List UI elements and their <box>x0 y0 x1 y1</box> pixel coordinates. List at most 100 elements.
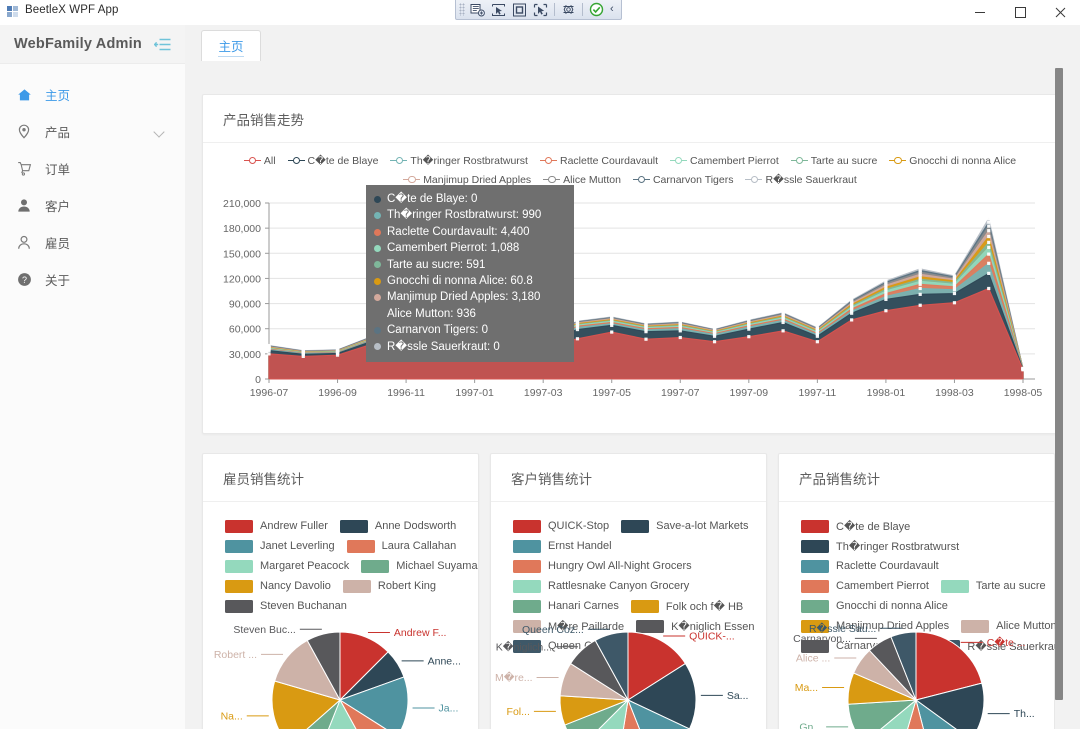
sidebar-item-home[interactable]: 主页 <box>0 76 185 113</box>
customer-legend-item[interactable]: QUICK-Stop <box>513 519 609 533</box>
product-legend-item[interactable]: Raclette Courdavault <box>801 559 939 573</box>
xaml-debug-toolbar[interactable]: ‹ <box>455 0 622 20</box>
product-legend-item[interactable]: Tarte au sucre <box>940 579 1046 593</box>
trend-plot[interactable]: 0 30,000 60,000 90,000 120,000 150,000 180,000… <box>203 189 1058 432</box>
employee-legend-item[interactable]: Laura Callahan <box>346 539 456 553</box>
trend-legend-item[interactable]: Camembert Pierrot <box>670 155 779 167</box>
display-layout-adorners-icon[interactable] <box>509 1 530 18</box>
customer-legend-label: Rattlesnake Canyon Grocery <box>548 580 690 592</box>
employee-legend-label: Steven Buchanan <box>260 600 347 612</box>
product-card-header: 产品销售统计 <box>779 454 1054 502</box>
product-legend-item[interactable]: Gnocchi di nonna Alice <box>801 599 948 613</box>
pie-slice-label: Th... <box>1014 708 1035 720</box>
employee-legend-item[interactable]: Robert King <box>342 579 437 593</box>
trend-legend-item[interactable]: Th�ringer Rostbratwurst <box>390 155 528 167</box>
customer-legend-item[interactable]: Folk och f� HB <box>630 599 743 613</box>
tooltip-series-dot-icon <box>374 277 381 285</box>
legend-color-swatch-icon <box>225 599 253 613</box>
employee-pie-legend[interactable]: Andrew Fuller Anne Dodsworth Janet Leverli… <box>203 502 478 616</box>
enabled-check-icon[interactable] <box>586 1 607 18</box>
trend-legend-item[interactable]: C�te de Blaye <box>287 155 378 167</box>
tooltip-series-dot-icon <box>374 195 381 203</box>
tooltip-row-label: Manjimup Dried Apples: 3,180 <box>387 291 541 304</box>
employee-legend-item[interactable]: Michael Suyama <box>361 559 478 573</box>
product-pie-chart[interactable]: C�te ...Th...Tarte...Gn...Ma...Alice ...… <box>779 612 1054 729</box>
product-legend-line: Camembert Pierrot Tarte au sucre <box>801 576 1054 596</box>
customer-legend-label: Hungry Owl All-Night Grocers <box>548 560 692 572</box>
minimize-button[interactable] <box>960 0 1000 25</box>
sidebar-item-label-home: 主页 <box>45 89 71 103</box>
trend-legend-label: Camembert Pierrot <box>690 154 779 167</box>
chevron-down-icon[interactable] <box>153 126 165 138</box>
trend-legend-item[interactable]: Manjimup Dried Apples <box>403 174 531 186</box>
product-legend-item[interactable]: Camembert Pierrot <box>801 579 929 593</box>
pie-slice-label: Fol... <box>507 706 530 718</box>
tooltip-row-label: Gnocchi di nonna Alice: 60.8 <box>387 275 533 288</box>
trend-chart-body[interactable]: All C�te de Blaye Th�ringer Rostbratwurst R… <box>203 143 1058 432</box>
toolbar-drag-grip[interactable] <box>459 3 465 16</box>
customer-legend-item[interactable]: Hanari Carnes <box>513 599 619 613</box>
sidebar-item-customers[interactable]: 客户 <box>0 187 185 224</box>
collapse-toolbar-button[interactable]: ‹ <box>607 3 618 17</box>
tooltip-row: Gnocchi di nonna Alice: 60.8 <box>374 273 564 289</box>
maximize-button[interactable] <box>1000 0 1040 25</box>
tooltip-row-label: C�te de Blaye: 0 <box>387 193 478 205</box>
customer-pie-chart[interactable]: QUICK-...Sa...Rat...H...Fol...M�re...K�n… <box>491 612 766 729</box>
toolbar-separator-2 <box>582 3 583 16</box>
employee-legend-label: Robert King <box>377 580 437 592</box>
pie-slice-label: Sa... <box>727 690 749 702</box>
title-bar: BeetleX WPF App ‹ <box>0 0 1080 26</box>
customer-sales-card: 客户销售统计 QUICK-Stop Save-a-lot Markets Ernst… <box>490 453 767 729</box>
pie-slice-label: QUICK-... <box>689 631 735 643</box>
legend-color-swatch-icon <box>225 519 253 533</box>
tooltip-row-label: Carnarvon Tigers: 0 <box>387 324 488 337</box>
customer-legend-label: Save-a-lot Markets <box>656 520 749 532</box>
employee-legend-item[interactable]: Margaret Peacock <box>225 559 349 573</box>
customer-legend-item[interactable]: Ernst Handel <box>513 539 612 553</box>
product-legend-item[interactable]: C�te de Blaye <box>801 519 910 533</box>
employee-legend-item[interactable]: Nancy Davolio <box>225 579 331 593</box>
trend-area-chart: 0 30,000 60,000 90,000 120,000 150,000 180,000… <box>223 198 1042 399</box>
hamburger-collapse-icon[interactable] <box>153 38 171 51</box>
customer-legend-item[interactable]: Rattlesnake Canyon Grocery <box>513 579 690 593</box>
trend-legend-item[interactable]: Tarte au sucre <box>790 155 877 167</box>
pie-slice-label: C�te ... <box>987 635 1026 649</box>
tab-home[interactable]: 主页 <box>201 30 261 62</box>
hot-reload-icon[interactable] <box>558 1 579 18</box>
vertical-scrollbar[interactable] <box>1055 68 1063 700</box>
product-legend-item[interactable]: Th�ringer Rostbratwurst <box>801 539 959 553</box>
trend-legend-item[interactable]: R�ssle Sauerkraut <box>745 174 857 186</box>
trend-legend-item[interactable]: Carnarvon Tigers <box>632 174 733 186</box>
trend-legend-item[interactable]: Raclette Courdavault <box>539 155 658 167</box>
select-element-icon[interactable] <box>488 1 509 18</box>
trend-legend-item[interactable]: All <box>243 155 276 167</box>
tooltip-row: Alice Mutton: 936 <box>374 306 564 322</box>
trend-legend-label: Manjimup Dried Apples <box>423 173 532 186</box>
product-legend-line: Raclette Courdavault <box>801 556 1054 576</box>
legend-color-swatch-icon <box>342 579 371 593</box>
sidebar-item-employees[interactable]: 雇员 <box>0 224 185 261</box>
trend-chart-legend[interactable]: All C�te de Blaye Th�ringer Rostbratwurst R… <box>215 151 1045 189</box>
employee-pie-chart[interactable]: Andrew F...Anne...Ja...Mic...Na...Robert… <box>203 612 478 729</box>
track-focused-element-icon[interactable] <box>530 1 551 18</box>
customer-legend-item[interactable]: Save-a-lot Markets <box>621 519 749 533</box>
sidebar-item-label-about: 关于 <box>45 274 71 288</box>
show-live-visual-tree-icon[interactable] <box>467 1 488 18</box>
svg-text:60,000: 60,000 <box>229 324 261 336</box>
close-button[interactable] <box>1040 0 1080 25</box>
customer-legend-item[interactable]: Hungry Owl All-Night Grocers <box>513 559 692 573</box>
customer-pie-svg: QUICK-...Sa...Rat...H...Fol...M�re...K�n… <box>495 624 749 729</box>
sidebar-menu: 主页 产品 订单 客户 雇员 ? 关于 <box>0 64 185 298</box>
employee-legend-item[interactable]: Janet Leverling <box>225 539 335 553</box>
sidebar-item-orders[interactable]: 订单 <box>0 150 185 187</box>
dashboard-scroll-area[interactable]: 产品销售走势 All C�te de Blaye Th�ringer Rostbra… <box>185 61 1080 729</box>
trend-legend-item[interactable]: Alice Mutton <box>543 174 621 186</box>
sidebar-item-products[interactable]: 产品 <box>0 113 185 150</box>
employee-legend-item[interactable]: Anne Dodsworth <box>339 519 456 533</box>
tooltip-series-dot-icon <box>374 261 381 269</box>
employee-legend-item[interactable]: Steven Buchanan <box>225 599 347 613</box>
svg-text:210,000: 210,000 <box>223 198 261 210</box>
trend-legend-item[interactable]: Gnocchi di nonna Alice <box>889 155 1016 167</box>
employee-legend-item[interactable]: Andrew Fuller <box>225 519 328 533</box>
sidebar-item-about[interactable]: ? 关于 <box>0 261 185 298</box>
